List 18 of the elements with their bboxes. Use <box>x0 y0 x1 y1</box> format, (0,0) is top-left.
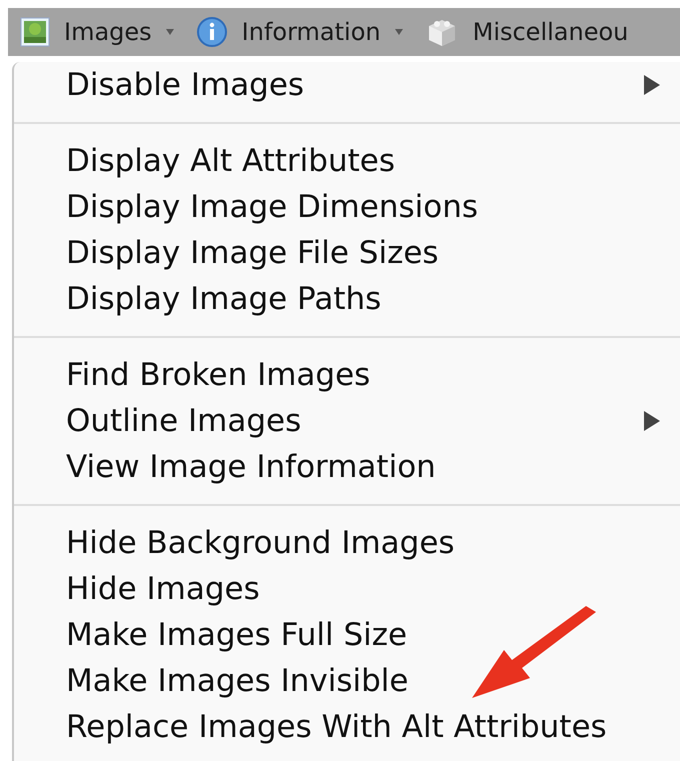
info-icon <box>196 16 228 48</box>
toolbar-menu-button[interactable]: Images <box>20 17 174 47</box>
menu-item[interactable]: Hide Background Images <box>14 520 680 566</box>
menu-item[interactable]: Display Alt Attributes <box>14 138 680 184</box>
menu-item[interactable]: Display Image Dimensions <box>14 184 680 230</box>
toolbar-menu-button[interactable]: Information <box>196 16 403 48</box>
menu-item[interactable]: View Image Information <box>14 444 680 490</box>
picture-icon <box>20 17 50 47</box>
toolbar-menu-button[interactable]: Miscellaneou <box>424 16 628 48</box>
menu-item[interactable]: Find Broken Images <box>14 352 680 398</box>
menu-item[interactable]: Display Image File Sizes <box>14 230 680 276</box>
menu-item[interactable]: Make Images Invisible <box>14 658 680 704</box>
menu-item[interactable]: Display Image Paths <box>14 276 680 322</box>
menu-item[interactable]: Make Images Full Size <box>14 612 680 658</box>
menu-item[interactable]: Replace Images With Alt Attributes <box>14 704 680 750</box>
menu-item[interactable]: Outline Images <box>14 398 680 444</box>
menu-item[interactable]: Hide Images <box>14 566 680 612</box>
menu-item[interactable]: Disable Images <box>14 62 680 108</box>
